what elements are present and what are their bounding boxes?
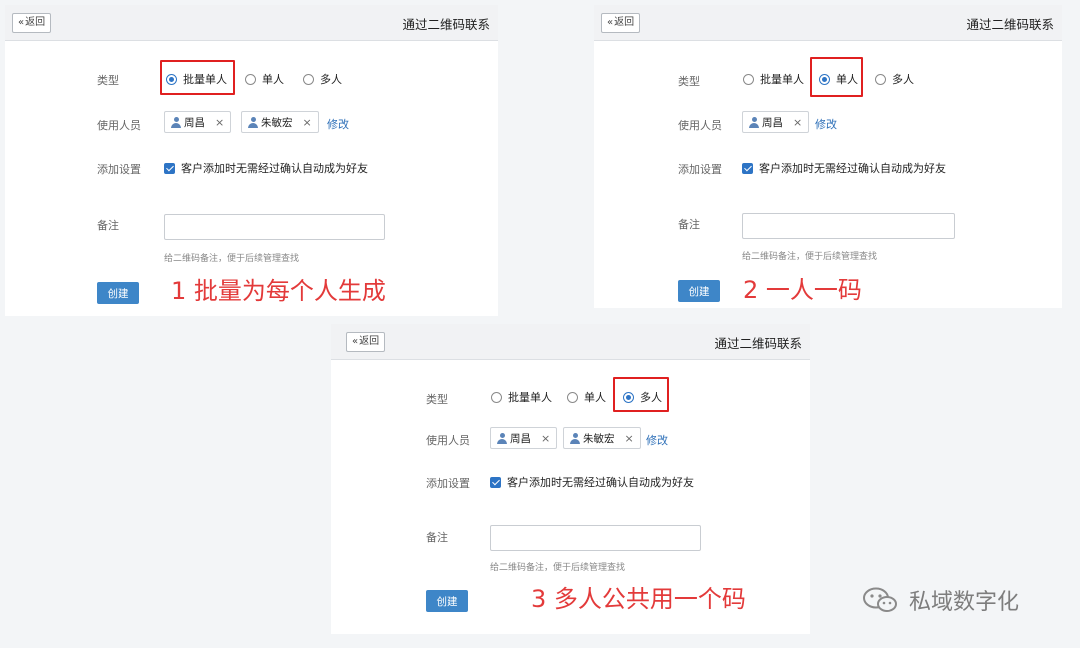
user-tag-zhou: 周昌 × xyxy=(490,427,558,449)
caption: 2 一人一码 xyxy=(743,276,862,304)
caption: 3 多人公共用一个码 xyxy=(531,585,746,613)
highlight-box xyxy=(160,60,235,95)
radio-multi[interactable]: 多人 xyxy=(875,71,914,87)
note-label: 备注 xyxy=(678,218,700,231)
create-button[interactable]: 创建 xyxy=(678,280,720,302)
note-label: 备注 xyxy=(426,531,448,544)
settings-label: 添加设置 xyxy=(426,477,470,490)
create-button[interactable]: 创建 xyxy=(426,590,468,612)
back-button[interactable]: « 返回 xyxy=(601,13,641,33)
radio-multi[interactable]: 多人 xyxy=(303,71,342,87)
note-hint: 给二维码备注，便于后续管理查找 xyxy=(742,252,878,262)
type-label: 类型 xyxy=(97,74,119,87)
settings-label: 添加设置 xyxy=(97,163,141,176)
top-bar: « 返回 通过二维码联系 xyxy=(5,5,498,41)
remove-user-icon[interactable]: × xyxy=(215,116,224,129)
note-hint: 给二维码备注，便于后续管理查找 xyxy=(490,563,626,573)
note-hint: 给二维码备注，便于后续管理查找 xyxy=(164,254,300,264)
double-chevron-left-icon: « xyxy=(352,336,359,347)
screenshot-panel-multi: « 返回 通过二维码联系 类型 批量单人 单人 多人 使用人员 周昌 × 朱敏宏… xyxy=(331,324,810,634)
user-icon xyxy=(248,116,258,128)
remove-user-icon[interactable]: × xyxy=(793,116,802,129)
auto-friend-label: 客户添加时无需经过确认自动成为好友 xyxy=(181,162,368,175)
user-tag-zhu: 朱敏宏 × xyxy=(563,427,641,449)
page-title: 通过二维码联系 xyxy=(966,17,1054,32)
user-name: 周昌 xyxy=(510,432,531,445)
users-label: 使用人员 xyxy=(426,434,470,447)
remove-user-icon[interactable]: × xyxy=(303,116,312,129)
radio-single[interactable]: 单人 xyxy=(245,71,284,87)
radio-label: 批量单人 xyxy=(508,391,552,404)
users-label: 使用人员 xyxy=(97,119,141,132)
page-title: 通过二维码联系 xyxy=(402,17,490,32)
back-button[interactable]: « 返回 xyxy=(346,332,386,352)
checkbox-checked-icon[interactable] xyxy=(490,476,501,488)
screenshot-panel-single: « 返回 通过二维码联系 类型 批量单人 单人 多人 使用人员 周昌 × 修改 … xyxy=(594,5,1062,308)
back-label: 返回 xyxy=(359,336,380,347)
radio-batch-single[interactable]: 批量单人 xyxy=(743,71,804,87)
note-input[interactable] xyxy=(164,214,385,240)
page-title: 通过二维码联系 xyxy=(714,336,802,351)
radio-label: 单人 xyxy=(262,73,284,86)
edit-users-link[interactable]: 修改 xyxy=(646,432,668,448)
radio-icon xyxy=(567,391,578,403)
remove-user-icon[interactable]: × xyxy=(625,432,634,445)
user-tag-zhou: 周昌 × xyxy=(164,111,232,133)
screenshot-panel-batch: « 返回 通过二维码联系 类型 批量单人 单人 多人 使用人员 周昌 × 朱敏宏… xyxy=(5,5,498,316)
edit-users-link[interactable]: 修改 xyxy=(327,116,349,132)
wechat-icon xyxy=(863,587,897,612)
user-name: 朱敏宏 xyxy=(261,116,293,129)
back-label: 返回 xyxy=(25,17,46,28)
note-label: 备注 xyxy=(97,219,119,232)
user-tag-zhou: 周昌 × xyxy=(742,111,810,133)
settings-label: 添加设置 xyxy=(678,163,722,176)
radio-icon xyxy=(303,73,314,85)
radio-label: 单人 xyxy=(584,391,606,404)
user-name: 周昌 xyxy=(762,116,783,129)
radio-label: 批量单人 xyxy=(760,73,804,86)
create-button[interactable]: 创建 xyxy=(97,282,139,304)
auto-friend-label: 客户添加时无需经过确认自动成为好友 xyxy=(507,476,694,489)
note-input[interactable] xyxy=(490,525,701,551)
auto-friend-option: 客户添加时无需经过确认自动成为好友 xyxy=(742,160,946,176)
note-input[interactable] xyxy=(742,213,955,239)
radio-single[interactable]: 单人 xyxy=(567,389,606,405)
radio-batch-single[interactable]: 批量单人 xyxy=(491,389,552,405)
checkbox-checked-icon[interactable] xyxy=(742,162,753,174)
top-bar: « 返回 通过二维码联系 xyxy=(331,324,810,360)
remove-user-icon[interactable]: × xyxy=(541,432,550,445)
users-label: 使用人员 xyxy=(678,119,722,132)
radio-icon xyxy=(245,73,256,85)
user-icon xyxy=(497,432,507,444)
double-chevron-left-icon: « xyxy=(607,17,614,28)
highlight-box xyxy=(810,57,863,97)
top-bar: « 返回 通过二维码联系 xyxy=(594,5,1062,41)
radio-icon xyxy=(875,73,886,85)
auto-friend-label: 客户添加时无需经过确认自动成为好友 xyxy=(759,162,946,175)
user-name: 周昌 xyxy=(184,116,205,129)
highlight-box xyxy=(613,377,669,412)
back-button[interactable]: « 返回 xyxy=(12,13,52,33)
user-tag-zhu: 朱敏宏 × xyxy=(241,111,319,133)
double-chevron-left-icon: « xyxy=(18,17,25,28)
user-icon xyxy=(171,116,181,128)
radio-label: 多人 xyxy=(892,73,914,86)
user-name: 朱敏宏 xyxy=(583,432,615,445)
radio-icon xyxy=(491,391,502,403)
back-label: 返回 xyxy=(614,17,635,28)
watermark-text: 私域数字化 xyxy=(909,590,1020,615)
type-label: 类型 xyxy=(678,75,700,88)
caption: 1 批量为每个人生成 xyxy=(171,277,386,305)
user-icon xyxy=(570,432,580,444)
auto-friend-option: 客户添加时无需经过确认自动成为好友 xyxy=(164,160,368,176)
radio-label: 多人 xyxy=(320,73,342,86)
checkbox-checked-icon[interactable] xyxy=(164,162,175,174)
auto-friend-option: 客户添加时无需经过确认自动成为好友 xyxy=(490,474,694,490)
user-icon xyxy=(749,116,759,128)
radio-icon xyxy=(743,73,754,85)
watermark: 私域数字化 xyxy=(861,584,1019,616)
edit-users-link[interactable]: 修改 xyxy=(815,116,837,132)
type-label: 类型 xyxy=(426,393,448,406)
